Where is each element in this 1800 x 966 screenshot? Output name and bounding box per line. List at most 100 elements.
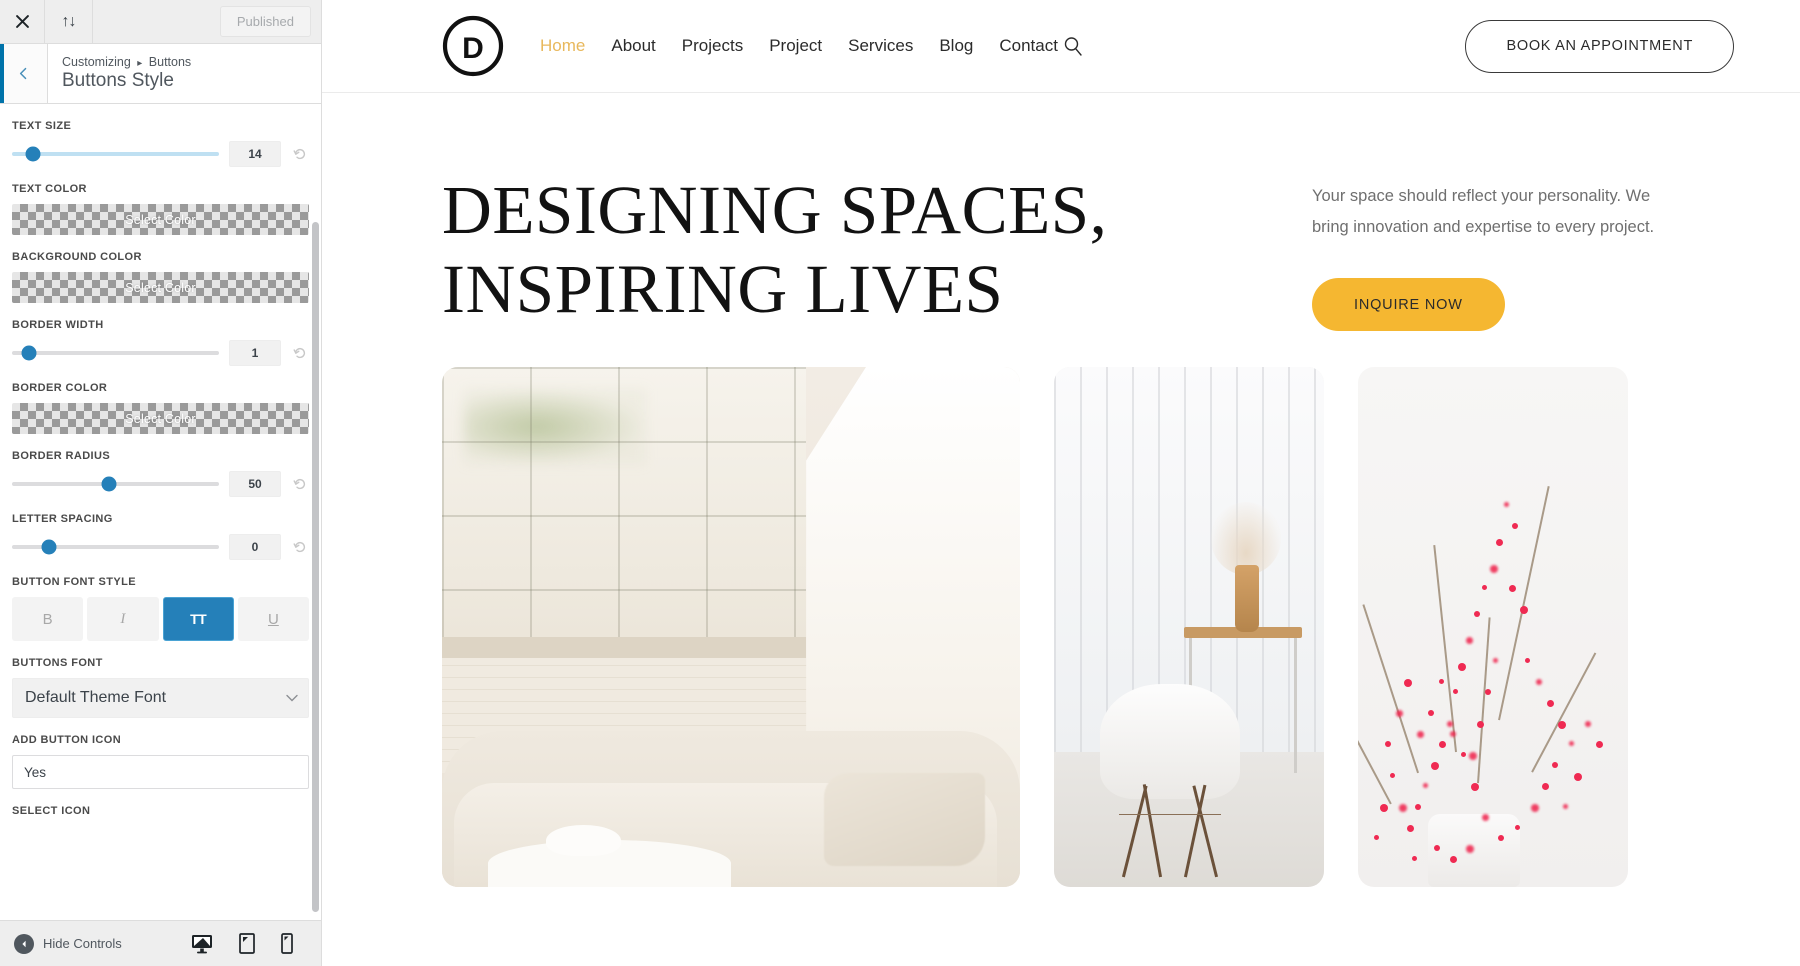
nav-item-services[interactable]: Services	[848, 36, 913, 56]
publish-button[interactable]: Published	[219, 6, 311, 37]
chair-legs	[1113, 783, 1226, 877]
gallery-image-living-room[interactable]	[442, 367, 1020, 888]
font-style-group: B I TT U	[12, 597, 309, 641]
control-buttons-font: BUTTONS FONT Default Theme Font	[12, 657, 309, 718]
berry	[1471, 783, 1480, 792]
control-label: BORDER WIDTH	[12, 319, 104, 331]
nav-item-home[interactable]: Home	[540, 36, 585, 56]
berry	[1430, 762, 1439, 771]
mobile-icon[interactable]	[281, 933, 293, 954]
desktop-icon[interactable]	[191, 934, 213, 954]
text-size-slider[interactable]	[12, 146, 219, 162]
sidebar-scrollbar[interactable]	[312, 222, 319, 912]
berry	[1525, 658, 1531, 664]
wooden-vase	[1234, 564, 1260, 633]
nav-item-contact[interactable]: Contact	[999, 36, 1058, 56]
border-color-picker[interactable]: Select Color	[12, 403, 309, 434]
berry	[1536, 679, 1543, 686]
reset-icon[interactable]	[291, 540, 309, 554]
berry	[1493, 658, 1498, 664]
slider-handle[interactable]	[25, 146, 41, 162]
background-color-picker[interactable]: Select Color	[12, 272, 309, 303]
uppercase-button[interactable]: TT	[162, 597, 234, 641]
hide-controls-button[interactable]: Hide Controls	[14, 933, 122, 954]
letter-spacing-slider[interactable]	[12, 539, 219, 555]
letter-spacing-value[interactable]: 0	[229, 534, 281, 560]
berry	[1385, 741, 1391, 748]
gallery-image-red-branches[interactable]	[1358, 367, 1628, 888]
chair-vase-photo	[1054, 367, 1324, 888]
berry	[1439, 741, 1446, 749]
white-vase	[1428, 814, 1520, 888]
buttons-font-select[interactable]: Default Theme Font	[12, 678, 309, 718]
slider-handle[interactable]	[101, 476, 117, 492]
slider-track	[12, 476, 219, 492]
red-branches-photo	[1358, 367, 1628, 888]
sort-arrows-icon[interactable]: ↑↓	[45, 0, 93, 43]
inquire-now-button[interactable]: INQUIRE NOW	[1312, 278, 1505, 332]
throw-blanket	[823, 772, 986, 867]
slider-row: 14	[12, 141, 309, 167]
control-label: BUTTON FONT STYLE	[12, 576, 136, 588]
reset-icon[interactable]	[291, 477, 309, 491]
divi-logo[interactable]: D	[442, 15, 504, 77]
reset-icon[interactable]	[291, 147, 309, 161]
underline-button[interactable]: U	[237, 597, 309, 641]
hide-controls-label: Hide Controls	[43, 936, 122, 951]
border-width-slider[interactable]	[12, 345, 219, 361]
gallery-section	[322, 331, 1800, 888]
border-radius-value[interactable]: 50	[229, 471, 281, 497]
berry	[1541, 783, 1549, 791]
text-color-picker[interactable]: Select Color	[12, 204, 309, 235]
customizer-footer: Hide Controls	[0, 920, 321, 966]
control-text-size: TEXT SIZE 14	[12, 120, 309, 167]
control-label: BUTTONS FONT	[12, 657, 103, 669]
window-layer	[442, 367, 807, 638]
berry	[1439, 679, 1444, 685]
customizer-topbar: ↑↓ Published	[0, 0, 321, 44]
control-text-color: TEXT COLOR Select Color	[12, 183, 309, 235]
chair-crossbar	[1118, 814, 1222, 816]
berry	[1511, 523, 1518, 530]
book-appointment-button[interactable]: BOOK AN APPOINTMENT	[1465, 19, 1734, 73]
branch	[1476, 616, 1490, 784]
text-size-value[interactable]: 14	[229, 141, 281, 167]
border-radius-slider[interactable]	[12, 476, 219, 492]
berry	[1495, 538, 1503, 546]
slider-handle[interactable]	[41, 539, 57, 555]
berry	[1417, 731, 1425, 739]
nav-item-projects[interactable]: Projects	[682, 36, 743, 56]
reset-icon[interactable]	[291, 346, 309, 360]
berry	[1452, 689, 1458, 695]
nav-item-blog[interactable]: Blog	[939, 36, 973, 56]
slider-row: 0	[12, 534, 309, 560]
slider-handle[interactable]	[21, 345, 37, 361]
berry	[1547, 699, 1554, 707]
back-button[interactable]	[0, 44, 48, 103]
close-icon[interactable]	[0, 0, 45, 43]
berry	[1474, 611, 1481, 618]
berry	[1379, 803, 1388, 812]
berry	[1412, 855, 1417, 861]
control-border-width: BORDER WIDTH 1	[12, 319, 309, 366]
select-color-label: Select Color	[125, 411, 196, 426]
control-background-color: BACKGROUND COLOR Select Color	[12, 251, 309, 303]
bold-button[interactable]: B	[12, 597, 84, 641]
living-room-photo	[442, 367, 1020, 888]
add-button-icon-field[interactable]: Yes	[12, 755, 309, 789]
hero-title-line1: DESIGNING SPACES,	[442, 172, 1108, 248]
border-width-value[interactable]: 1	[229, 340, 281, 366]
slider-row: 1	[12, 340, 309, 366]
gallery-image-chair-vase[interactable]	[1054, 367, 1324, 888]
branch	[1433, 544, 1457, 752]
tablet-icon[interactable]	[239, 933, 255, 954]
control-select-icon: SELECT ICON	[12, 805, 309, 817]
search-icon[interactable]	[1063, 36, 1083, 56]
nav-item-project[interactable]: Project	[769, 36, 822, 56]
nav-item-about[interactable]: About	[611, 36, 655, 56]
control-label: TEXT SIZE	[12, 120, 72, 132]
berry	[1428, 710, 1435, 717]
italic-button[interactable]: I	[87, 597, 159, 641]
page-title: Buttons Style	[62, 70, 174, 92]
berry	[1557, 720, 1566, 729]
